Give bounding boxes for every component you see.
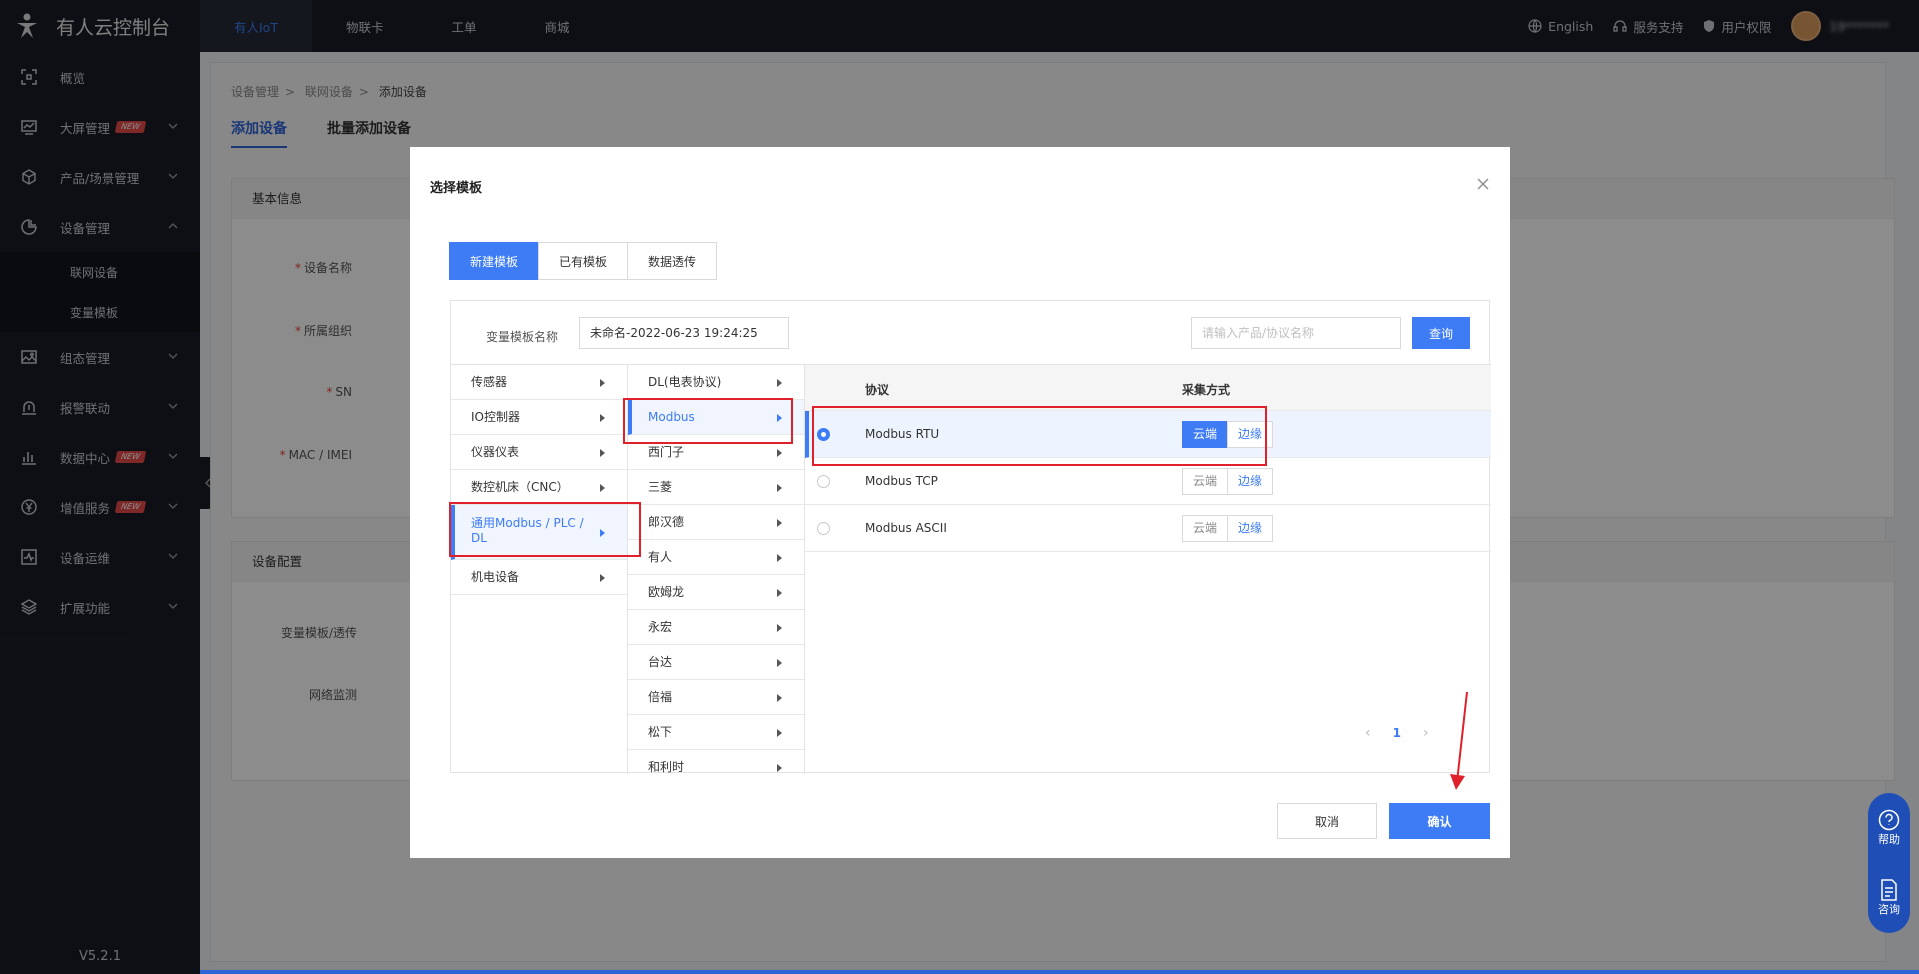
caret-right-icon [777, 729, 782, 737]
template-name-label: 变量模板名称 [486, 330, 559, 344]
template-panel: 变量模板名称 未命名-2022-06-23 19:24:25 查询 传感器 IO… [450, 300, 1491, 774]
header-protocol: 协议 [865, 383, 890, 397]
pagination: ‹ 1 › [1365, 725, 1429, 741]
header-collect-mode: 采集方式 [1182, 383, 1231, 397]
mode-cloud-button[interactable]: 云端 [1182, 421, 1229, 448]
page-number[interactable]: 1 [1393, 726, 1401, 740]
consult-button[interactable]: 咨询 [1868, 863, 1910, 933]
document-icon [1881, 879, 1897, 901]
template-type-segments: 新建模板 已有模板 数据透传 [449, 242, 718, 280]
caret-right-icon [777, 659, 782, 667]
protocol-name: Modbus TCP [865, 474, 938, 488]
segment-data-passthrough[interactable]: 数据透传 [627, 242, 718, 280]
radio[interactable] [817, 475, 830, 488]
category-item-selected[interactable]: 通用Modbus / PLC / DL [451, 505, 627, 560]
category-list: 传感器 IO控制器 仪器仪表 数控机床（CNC） 通用Modbus / PLC … [451, 364, 628, 774]
segment-new-template[interactable]: 新建模板 [449, 242, 540, 280]
cancel-button[interactable]: 取消 [1277, 803, 1377, 839]
radio-selected[interactable] [817, 428, 830, 441]
caret-right-icon [600, 484, 605, 492]
caret-right-icon [777, 379, 782, 387]
category-item[interactable]: 仪器仪表 [451, 435, 627, 470]
help-label: 帮助 [1878, 833, 1900, 846]
caret-right-icon [777, 484, 782, 492]
brand-item[interactable]: 有人 [628, 540, 804, 575]
table-row[interactable]: Modbus ASCII 云端 边缘 [805, 505, 1491, 552]
table-row[interactable]: Modbus TCP 云端 边缘 [805, 458, 1491, 505]
category-item[interactable]: 传感器 [451, 365, 627, 400]
modal-title: 选择模板 [430, 181, 483, 196]
category-item[interactable]: 机电设备 [451, 560, 627, 595]
brand-item[interactable]: 西门子 [628, 435, 804, 470]
brand-item[interactable]: 台达 [628, 645, 804, 680]
collect-mode-toggle: 云端 边缘 [1182, 421, 1274, 448]
caret-right-icon [777, 624, 782, 632]
collect-mode-toggle: 云端 边缘 [1182, 515, 1274, 542]
mode-edge-button[interactable]: 边缘 [1227, 468, 1274, 495]
mode-edge-button[interactable]: 边缘 [1227, 421, 1274, 448]
caret-right-icon [777, 414, 782, 422]
segment-existing-template[interactable]: 已有模板 [538, 242, 629, 280]
category-item[interactable]: 数控机床（CNC） [451, 470, 627, 505]
caret-right-icon [600, 414, 605, 422]
category-item[interactable]: IO控制器 [451, 400, 627, 435]
caret-right-icon [777, 449, 782, 457]
protocol-table: 协议 采集方式 Modbus RTU 云端 边缘 Modbus TCP 云端 边… [805, 364, 1491, 774]
table-header: 协议 采集方式 [805, 365, 1491, 411]
radio[interactable] [817, 522, 830, 535]
caret-right-icon [777, 589, 782, 597]
caret-right-icon [777, 764, 782, 772]
brand-item[interactable]: 欧姆龙 [628, 575, 804, 610]
brand-item[interactable]: 三菱 [628, 470, 804, 505]
mode-cloud-button[interactable]: 云端 [1182, 515, 1229, 542]
consult-label: 咨询 [1878, 903, 1900, 916]
query-button[interactable]: 查询 [1412, 317, 1470, 349]
caret-right-icon [600, 379, 605, 387]
table-row[interactable]: Modbus RTU 云端 边缘 [805, 411, 1491, 458]
mode-cloud-button[interactable]: 云端 [1182, 468, 1229, 495]
brand-item[interactable]: 和利时 [628, 750, 804, 774]
footer-accent-line [200, 970, 1919, 974]
brand-item[interactable]: 松下 [628, 715, 804, 750]
annotation-arrow-icon [1450, 691, 1468, 790]
caret-right-icon [777, 694, 782, 702]
template-name-input[interactable]: 未命名-2022-06-23 19:24:25 [579, 317, 789, 349]
collect-mode-toggle: 云端 边缘 [1182, 468, 1274, 495]
question-icon [1878, 809, 1900, 831]
brand-list: DL(电表协议) Modbus 西门子 三菱 郎汉德 有人 欧姆龙 永宏 台达 … [628, 364, 805, 774]
brand-item[interactable]: 倍福 [628, 680, 804, 715]
floating-help-widget: 帮助 咨询 [1868, 793, 1910, 933]
confirm-button[interactable]: 确认 [1389, 803, 1490, 839]
caret-right-icon [600, 529, 605, 537]
brand-item[interactable]: 郎汉德 [628, 505, 804, 540]
caret-right-icon [777, 519, 782, 527]
brand-item[interactable]: 永宏 [628, 610, 804, 645]
caret-right-icon [777, 554, 782, 562]
search-input[interactable] [1191, 317, 1401, 349]
caret-right-icon [600, 449, 605, 457]
chevron-left-icon[interactable]: ‹ [1365, 725, 1371, 741]
help-button[interactable]: 帮助 [1868, 793, 1910, 863]
select-template-modal: 选择模板 新建模板 已有模板 数据透传 变量模板名称 未命名-2022-06-2… [410, 147, 1510, 858]
protocol-name: Modbus RTU [865, 427, 940, 441]
chevron-right-icon[interactable]: › [1423, 725, 1429, 741]
brand-item[interactable]: DL(电表协议) [628, 365, 804, 400]
caret-right-icon [600, 574, 605, 582]
close-icon[interactable] [1476, 177, 1490, 191]
brand-item-selected[interactable]: Modbus [628, 400, 804, 435]
mode-edge-button[interactable]: 边缘 [1227, 515, 1274, 542]
protocol-name: Modbus ASCII [865, 521, 947, 535]
